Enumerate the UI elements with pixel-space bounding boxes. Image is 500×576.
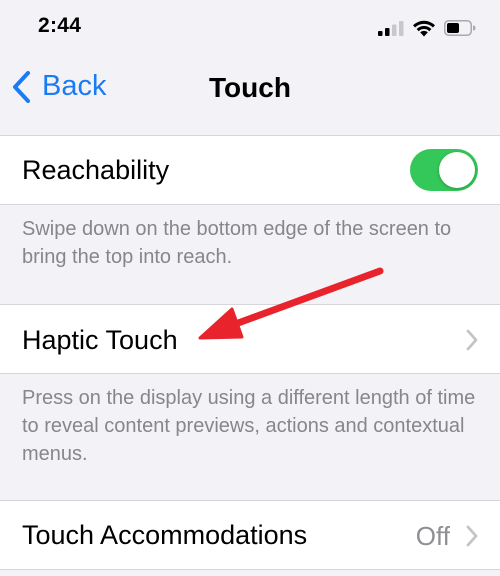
reachability-row[interactable]: Reachability [0,135,500,205]
status-time: 2:44 [38,14,82,37]
settings-screen: 2:44 Back Touch Reachability Swipe down … [0,0,500,576]
haptic-touch-row[interactable]: Haptic Touch [0,304,500,374]
reachability-toggle[interactable] [410,149,478,191]
reachability-label: Reachability [22,155,170,185]
haptic-touch-label: Haptic Touch [22,325,178,355]
chevron-right-icon [466,329,478,351]
battery-icon [444,20,476,36]
touch-accommodations-row[interactable]: Touch Accommodations Off [0,500,500,570]
page-title: Touch [209,72,291,103]
status-bar: 2:44 [0,0,500,58]
haptic-touch-footer: Press on the display using a different l… [22,387,476,465]
navigation-bar: Back Touch [0,58,500,120]
reachability-footer: Swipe down on the bottom edge of the scr… [22,218,452,268]
wifi-icon [413,20,435,37]
toggle-knob [439,152,475,188]
status-icons [378,19,476,37]
cellular-signal-icon [378,21,404,36]
touch-accommodations-value: Off [415,521,450,551]
touch-accommodations-label: Touch Accommodations [22,520,308,550]
chevron-right-icon [466,525,478,547]
